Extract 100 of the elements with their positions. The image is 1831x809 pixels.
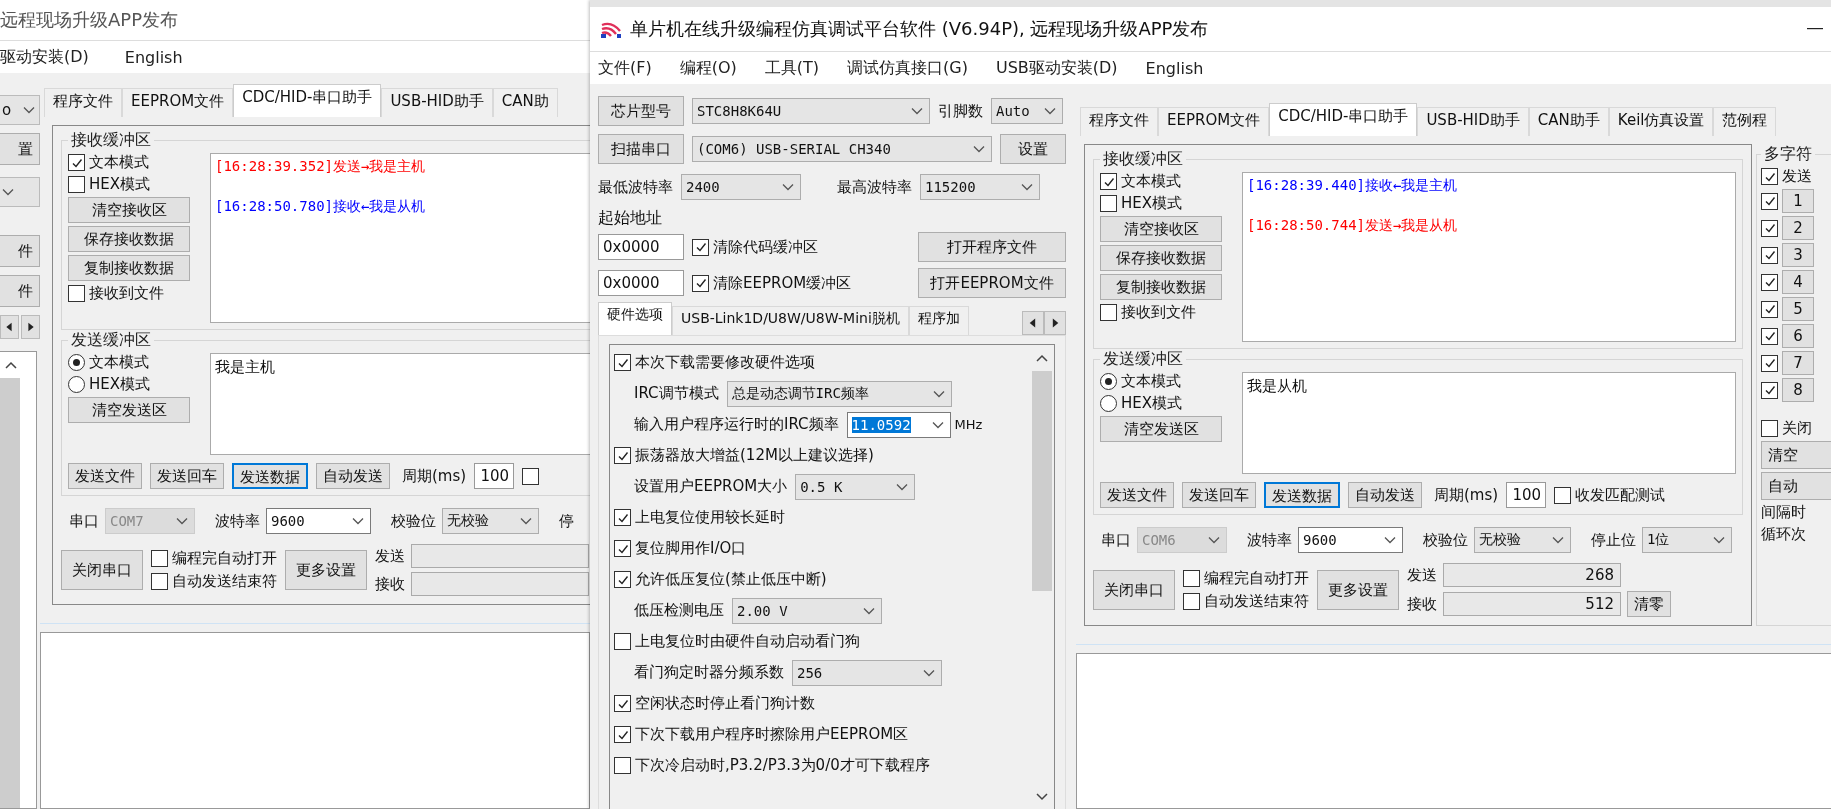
push-button[interactable]: 发送回车 bbox=[1182, 482, 1256, 508]
checkbox[interactable]: 接收到文件 bbox=[1100, 303, 1230, 322]
push-button[interactable]: 自动 bbox=[1761, 472, 1831, 500]
tab[interactable]: EEPROM文件 bbox=[122, 88, 234, 117]
checkbox[interactable] bbox=[1761, 273, 1778, 291]
settings-button[interactable]: 设置 bbox=[1000, 134, 1066, 164]
push-button[interactable]: 自动发送 bbox=[316, 463, 390, 489]
checkbox[interactable]: 下次冷启动时,P3.2/P3.3为0/0才可下载程序 bbox=[614, 756, 930, 775]
radio-label[interactable]: 文本模式 bbox=[1121, 372, 1181, 391]
dropdown[interactable]: o bbox=[0, 95, 40, 125]
dropdown[interactable]: Auto bbox=[991, 98, 1063, 124]
chip-model-button[interactable]: 芯片型号 bbox=[598, 96, 684, 126]
checkbox[interactable]: 编程完自动打开 bbox=[151, 549, 277, 568]
dropdown[interactable]: 无校验 bbox=[1474, 527, 1571, 553]
checkbox[interactable]: 振荡器放大增益(12M以上建议选择) bbox=[614, 446, 874, 465]
checkbox[interactable]: 自动发送结束符 bbox=[151, 572, 277, 591]
checkbox[interactable]: 上电复位使用较长延时 bbox=[614, 508, 785, 527]
push-button[interactable]: 清空接收区 bbox=[68, 197, 190, 223]
dropdown[interactable]: 9600 bbox=[266, 508, 371, 534]
checkbox[interactable]: HEX模式 bbox=[1100, 194, 1230, 213]
send-slot-button[interactable]: 3 bbox=[1782, 243, 1814, 267]
tab[interactable]: EEPROM文件 bbox=[1158, 107, 1270, 136]
checkbox[interactable] bbox=[1761, 354, 1778, 372]
push-button[interactable]: 清空 bbox=[1761, 441, 1831, 469]
menu-item[interactable]: 文件(F) bbox=[598, 57, 652, 79]
period-field[interactable]: 100 bbox=[1506, 482, 1547, 508]
send-slot-button[interactable]: 6 bbox=[1782, 324, 1814, 348]
scroll-up-icon[interactable] bbox=[4, 360, 18, 370]
scan-port-button[interactable]: 扫描串口 bbox=[598, 134, 684, 164]
send-slot-button[interactable]: 5 bbox=[1782, 297, 1814, 321]
checkbox[interactable]: 文本模式 bbox=[1100, 172, 1230, 191]
radio-label[interactable]: HEX模式 bbox=[89, 375, 151, 394]
checkbox[interactable]: HEX模式 bbox=[68, 175, 198, 194]
radio-button[interactable] bbox=[1100, 395, 1117, 412]
close-port-button[interactable]: 关闭串口 bbox=[1093, 570, 1175, 610]
menu-item[interactable]: 调试仿真接口(G) bbox=[847, 57, 968, 79]
checkbox[interactable] bbox=[1761, 327, 1778, 345]
send-text-area[interactable]: 我是主机 bbox=[210, 353, 590, 455]
period-field[interactable]: 100 bbox=[474, 463, 515, 489]
push-button[interactable]: 件 bbox=[0, 275, 40, 307]
push-button[interactable]: 发送数据 bbox=[1264, 482, 1340, 508]
dropdown[interactable]: 总是动态调节IRC频率 bbox=[726, 380, 952, 407]
close-port-button[interactable]: 关闭串口 bbox=[61, 550, 143, 590]
push-button[interactable]: 件 bbox=[0, 235, 40, 267]
menu-item[interactable]: 驱动安装(D) bbox=[0, 46, 89, 68]
push-button[interactable]: 发送回车 bbox=[150, 463, 224, 489]
tab[interactable]: 程序加 bbox=[908, 306, 969, 335]
push-button[interactable]: 复制接收数据 bbox=[1100, 274, 1222, 300]
checkbox[interactable] bbox=[1761, 219, 1778, 237]
checkbox[interactable]: 上电复位时由硬件自动启动看门狗 bbox=[614, 632, 860, 651]
open-file-button[interactable]: 打开EEPROM文件 bbox=[918, 268, 1066, 298]
push-button[interactable]: 自动发送 bbox=[1348, 482, 1422, 508]
radio-button[interactable] bbox=[68, 354, 85, 371]
checkbox[interactable]: 清除EEPROM缓冲区 bbox=[692, 273, 872, 293]
menu-item[interactable]: English bbox=[124, 47, 183, 67]
checkbox[interactable] bbox=[1761, 192, 1778, 210]
checkbox[interactable] bbox=[1761, 381, 1778, 399]
dropdown[interactable]: 256 bbox=[792, 659, 942, 686]
checkbox[interactable] bbox=[522, 467, 540, 485]
menu-item[interactable]: 工具(T) bbox=[764, 57, 820, 79]
checkbox[interactable]: 清除代码缓冲区 bbox=[692, 237, 872, 257]
more-settings-button[interactable]: 更多设置 bbox=[1317, 570, 1399, 610]
tab[interactable]: 程序文件 bbox=[1080, 107, 1158, 136]
dropdown[interactable]: STC8H8K64U bbox=[692, 98, 930, 124]
send-slot-button[interactable]: 4 bbox=[1782, 270, 1814, 294]
open-file-button[interactable]: 打开程序文件 bbox=[918, 232, 1066, 262]
send-text-area[interactable]: 我是从机 bbox=[1242, 372, 1736, 474]
checkbox[interactable]: 下次下载用户程序时擦除用户EEPROM区 bbox=[614, 725, 909, 744]
menu-item[interactable]: English bbox=[1145, 58, 1204, 78]
push-button[interactable]: 置 bbox=[0, 133, 40, 165]
send-slot-button[interactable]: 2 bbox=[1782, 216, 1814, 240]
checkbox[interactable]: 编程完自动打开 bbox=[1183, 569, 1309, 588]
tab[interactable]: USB-HID助手 bbox=[381, 88, 493, 117]
checkbox[interactable]: 接收到文件 bbox=[68, 284, 198, 303]
tab[interactable]: CAN助 bbox=[492, 88, 558, 117]
checkbox[interactable]: 发送 bbox=[1761, 167, 1831, 186]
dropdown[interactable]: 无校验 bbox=[442, 508, 539, 534]
checkbox[interactable]: 关闭 bbox=[1761, 419, 1831, 438]
radio-button[interactable] bbox=[1100, 373, 1117, 390]
dropdown[interactable]: 0.5 K bbox=[795, 473, 916, 500]
push-button[interactable]: 发送文件 bbox=[1100, 482, 1174, 508]
checkbox[interactable]: 文本模式 bbox=[68, 153, 198, 172]
receive-text-area[interactable]: [16:28:39.440]接收←我是主机 [16:28:50.744]发送→我是从机 bbox=[1242, 172, 1736, 342]
scroll-up-icon[interactable] bbox=[1035, 353, 1049, 363]
menu-item[interactable]: 编程(O) bbox=[679, 57, 737, 79]
tab[interactable]: 程序文件 bbox=[44, 88, 122, 117]
dropdown[interactable]: (COM6) USB-SERIAL CH340 bbox=[692, 136, 992, 162]
tab[interactable]: CDC/HID-串口助手 bbox=[1269, 103, 1418, 136]
tab[interactable]: CAN助手 bbox=[1528, 107, 1609, 136]
checkbox[interactable]: 复位脚用作I/O口 bbox=[614, 539, 747, 558]
radio-label[interactable]: HEX模式 bbox=[1121, 394, 1183, 413]
receive-text-area[interactable]: [16:28:39.352]发送→我是主机 [16:28:50.780]接收←我是从机 bbox=[210, 153, 590, 323]
tab[interactable]: USB-HID助手 bbox=[1417, 107, 1529, 136]
tab[interactable]: 范例程 bbox=[1713, 107, 1777, 136]
tab[interactable]: 硬件选项 bbox=[598, 302, 672, 335]
push-button[interactable]: 清空接收区 bbox=[1100, 216, 1222, 242]
checkbox[interactable]: 自动发送结束符 bbox=[1183, 592, 1309, 611]
push-button[interactable]: 复制接收数据 bbox=[68, 255, 190, 281]
send-slot-button[interactable]: 1 bbox=[1782, 189, 1814, 213]
push-button[interactable]: 保存接收数据 bbox=[68, 226, 190, 252]
